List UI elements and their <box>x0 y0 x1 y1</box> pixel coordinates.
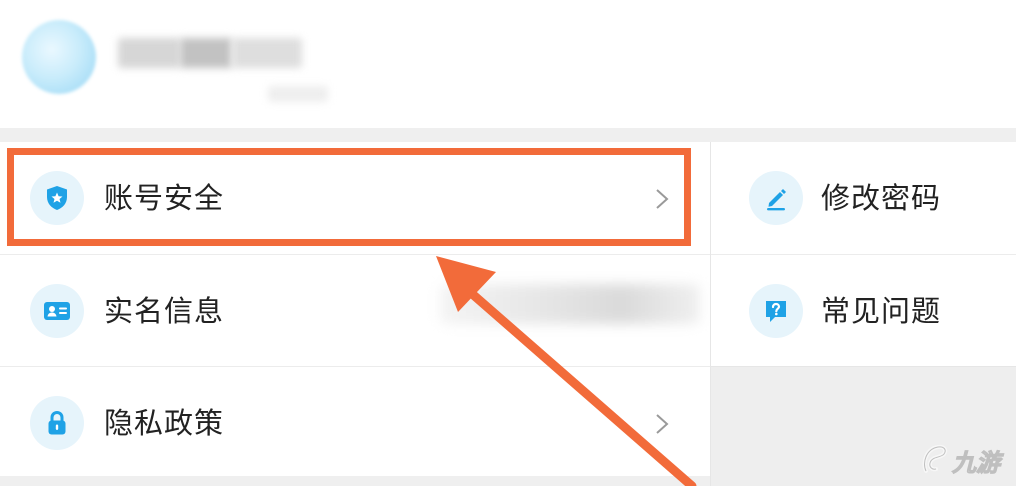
blurred-username <box>118 38 180 68</box>
blurred-subtext <box>268 86 328 102</box>
menu-item-faq[interactable]: 常见问题 <box>711 254 1016 366</box>
section-divider <box>0 128 1016 142</box>
pencil-icon <box>749 171 803 225</box>
highlight-box <box>7 148 691 246</box>
menu-item-label: 修改密码 <box>821 181 942 215</box>
chevron-right-icon <box>656 414 669 434</box>
watermark: 九游 <box>920 440 1010 480</box>
blurred-username <box>232 38 302 68</box>
profile-header[interactable] <box>0 0 1016 128</box>
lock-icon <box>30 396 84 450</box>
settings-screen: 账号安全 实名信息 隐私政策 修改密码 常见问题 九游 <box>0 0 1016 486</box>
menu-item-privacy-policy[interactable]: 隐私政策 <box>0 366 710 476</box>
avatar[interactable] <box>22 20 96 94</box>
menu-item-label: 隐私政策 <box>104 406 225 440</box>
blurred-username <box>180 38 232 68</box>
watermark-text: 九游 <box>952 448 1001 477</box>
menu-item-label: 实名信息 <box>104 294 225 328</box>
blurred-id-value <box>440 284 700 324</box>
menu-item-change-password[interactable]: 修改密码 <box>711 142 1016 254</box>
menu-item-label: 常见问题 <box>821 294 942 328</box>
right-menu-column: 修改密码 常见问题 <box>710 142 1016 486</box>
section-divider <box>0 476 710 486</box>
question-chat-icon <box>749 284 803 338</box>
jiuyou-logo-icon <box>922 444 948 473</box>
id-card-icon <box>30 284 84 338</box>
